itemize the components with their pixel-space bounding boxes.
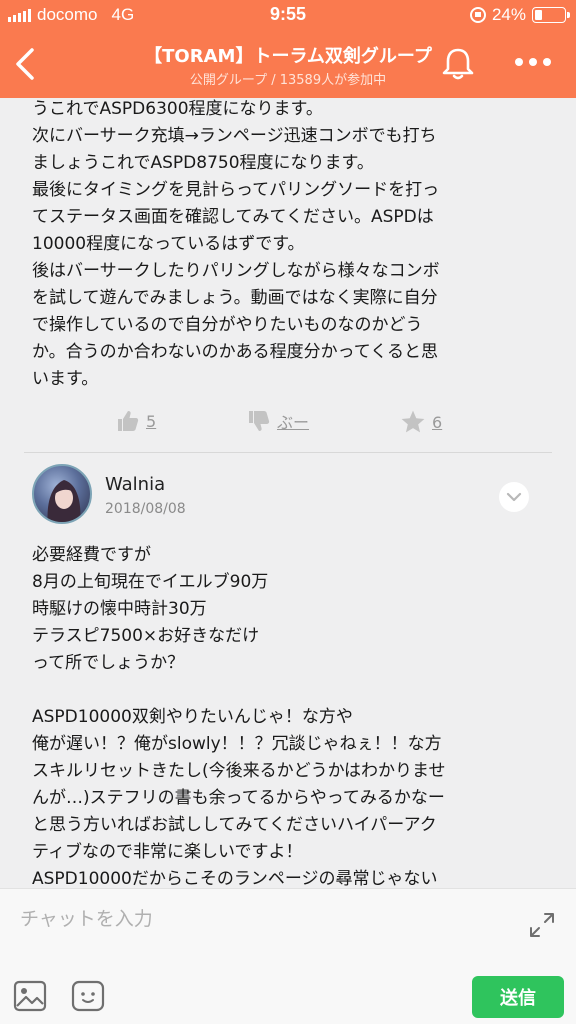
thumbs-down-icon	[249, 411, 270, 431]
battery-percent: 24%	[491, 5, 526, 24]
chat-input[interactable]	[20, 903, 500, 935]
more-options-button[interactable]	[510, 52, 556, 72]
rotation-lock-icon	[469, 7, 486, 23]
battery-icon	[532, 7, 570, 23]
sticker-button[interactable]	[70, 979, 106, 1013]
avatar-image	[47, 480, 81, 522]
reaction-bar: 5 ぶー 6	[0, 405, 576, 441]
favorite-button[interactable]: 6	[400, 409, 442, 435]
status-bar: docomo 4G 9:55 24%	[0, 0, 576, 30]
post-menu-button[interactable]	[499, 482, 529, 512]
send-button[interactable]: 送信	[472, 976, 564, 1018]
back-button[interactable]	[8, 44, 44, 84]
sticker-face-icon	[71, 980, 105, 1012]
favorite-count: 6	[432, 412, 443, 432]
boo-button[interactable]: ぶー	[247, 409, 309, 433]
like-count: 5	[146, 411, 157, 431]
notification-button[interactable]	[438, 46, 478, 82]
like-button[interactable]: 5	[116, 409, 156, 433]
image-icon	[13, 980, 47, 1012]
star-icon	[401, 410, 425, 433]
app-header: docomo 4G 9:55 24% 【TORAM】トーラム双剣グループ 公開グ…	[0, 0, 576, 98]
chat-footer: 送信	[0, 888, 576, 1024]
post-body: うこれでASPD6300程度になります。 次にバーサーク充填→ランページ迅速コン…	[32, 99, 440, 389]
expand-input-button[interactable]	[528, 911, 556, 939]
avatar[interactable]	[32, 464, 92, 524]
image-attach-button[interactable]	[12, 979, 48, 1013]
post-author[interactable]: Walnia	[105, 474, 165, 495]
post-divider	[24, 452, 552, 453]
post-body: 必要経費ですが 8月の上旬現在でイエルブ90万 時駆けの懐中時計30万 テラスピ…	[32, 545, 446, 916]
post-date: 2018/08/08	[105, 501, 186, 517]
chevron-down-icon	[506, 492, 522, 502]
more-dots-icon	[515, 58, 523, 66]
battery-fill	[535, 10, 542, 20]
chevron-left-icon	[16, 48, 34, 80]
boo-label: ぶー	[277, 413, 310, 432]
thumbs-up-icon	[118, 411, 139, 431]
bell-icon	[442, 48, 474, 80]
expand-arrows-icon	[530, 913, 554, 937]
